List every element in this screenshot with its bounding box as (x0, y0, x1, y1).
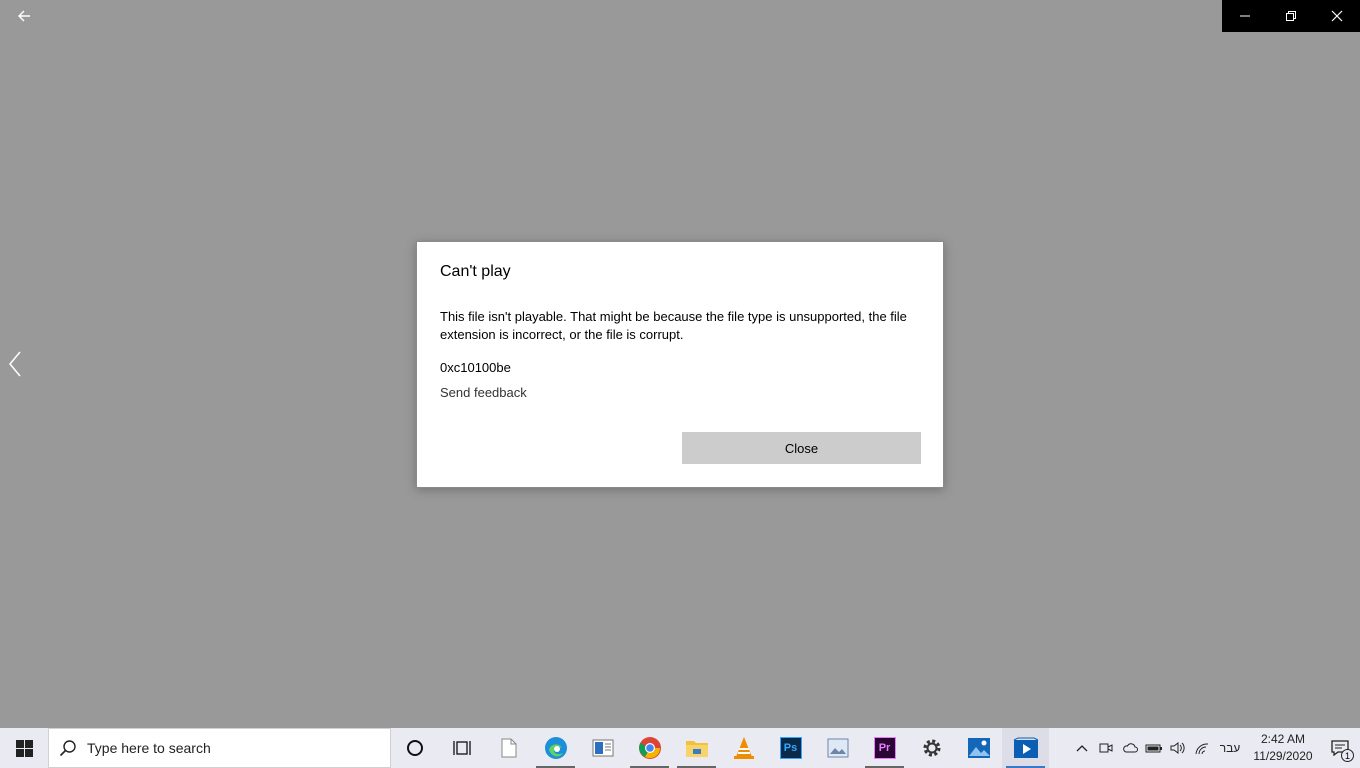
folder-icon (685, 741, 708, 757)
tray-network[interactable] (1190, 728, 1214, 768)
close-window-button[interactable] (1314, 0, 1360, 32)
chrome-icon (638, 737, 661, 759)
notification-count-badge: 1 (1341, 749, 1354, 762)
taskbar-notepad[interactable] (485, 728, 532, 768)
start-button[interactable] (0, 728, 48, 768)
cortana-circle-icon (406, 740, 423, 756)
tray-volume[interactable] (1166, 728, 1190, 768)
taskbar-vlc[interactable] (720, 728, 767, 768)
taskbar-clock[interactable]: 2:42 AM 11/29/2020 (1246, 728, 1320, 768)
arrow-left-icon (18, 10, 30, 22)
taskbar-photoshop[interactable]: Ps (767, 728, 814, 768)
input-language[interactable]: עבר (1214, 728, 1246, 768)
clock-time: 2:42 AM (1260, 732, 1306, 746)
wifi-icon (1195, 743, 1209, 755)
cortana-button[interactable] (391, 728, 438, 768)
show-hidden-icons-button[interactable] (1070, 728, 1094, 768)
windows-logo-icon (15, 739, 33, 757)
task-view-button[interactable] (438, 728, 485, 768)
cloud-icon (1123, 743, 1138, 753)
task-view-icon (452, 741, 471, 755)
photos-icon (967, 738, 990, 758)
camera-icon (1099, 743, 1113, 753)
restore-icon (1286, 11, 1296, 21)
taskbar-paint[interactable] (814, 728, 861, 768)
chevron-left-icon (9, 351, 21, 377)
minimize-button[interactable] (1222, 0, 1268, 32)
news-icon (592, 739, 613, 757)
photoshop-icon: Ps (779, 737, 802, 759)
media-player-window: Can't play This file isn't playable. Tha… (0, 0, 1360, 728)
taskbar-movies-tv[interactable] (1002, 728, 1049, 768)
taskbar-search-box[interactable]: Type here to search (48, 728, 391, 768)
error-dialog: Can't play This file isn't playable. Tha… (416, 241, 944, 488)
previous-button[interactable] (4, 348, 26, 380)
window-controls (1222, 0, 1360, 32)
minimize-icon (1240, 15, 1250, 17)
search-icon (59, 740, 76, 757)
error-code: 0xc10100be (440, 360, 511, 375)
dialog-title: Can't play (440, 263, 511, 280)
taskbar-file-explorer[interactable] (673, 728, 720, 768)
taskbar-premiere[interactable]: Pr (861, 728, 908, 768)
back-button[interactable] (8, 2, 40, 30)
battery-icon (1145, 744, 1162, 753)
chevron-up-icon (1076, 745, 1088, 752)
action-center-button[interactable]: 1 (1320, 728, 1360, 768)
restore-button[interactable] (1268, 0, 1314, 32)
taskbar-settings[interactable] (908, 728, 955, 768)
tray-battery[interactable] (1142, 728, 1166, 768)
clock-date: 11/29/2020 (1253, 749, 1313, 763)
taskbar-photos[interactable] (955, 728, 1002, 768)
premiere-icon: Pr (873, 737, 896, 759)
tray-onedrive[interactable] (1118, 728, 1142, 768)
close-button[interactable]: Close (682, 432, 921, 464)
dialog-message: This file isn't playable. That might be … (440, 309, 907, 342)
system-tray: עבר 2:42 AM 11/29/2020 1 (1070, 728, 1360, 768)
taskbar-edge[interactable] (532, 728, 579, 768)
search-placeholder: Type here to search (87, 740, 211, 756)
send-feedback-link[interactable]: Send feedback (440, 385, 527, 400)
gear-icon (923, 739, 940, 757)
movies-tv-icon (1013, 737, 1038, 758)
image-editor-icon (827, 738, 848, 758)
speaker-icon (1170, 742, 1185, 754)
edge-icon (544, 737, 567, 759)
taskbar-chrome[interactable] (626, 728, 673, 768)
taskbar-news[interactable] (579, 728, 626, 768)
tray-meet-now[interactable] (1094, 728, 1118, 768)
document-icon (501, 738, 516, 758)
taskbar: Type here to search Ps Pr עבר 2:42 AM 11… (0, 728, 1360, 768)
close-icon (1331, 10, 1343, 22)
vlc-cone-icon (733, 737, 754, 759)
